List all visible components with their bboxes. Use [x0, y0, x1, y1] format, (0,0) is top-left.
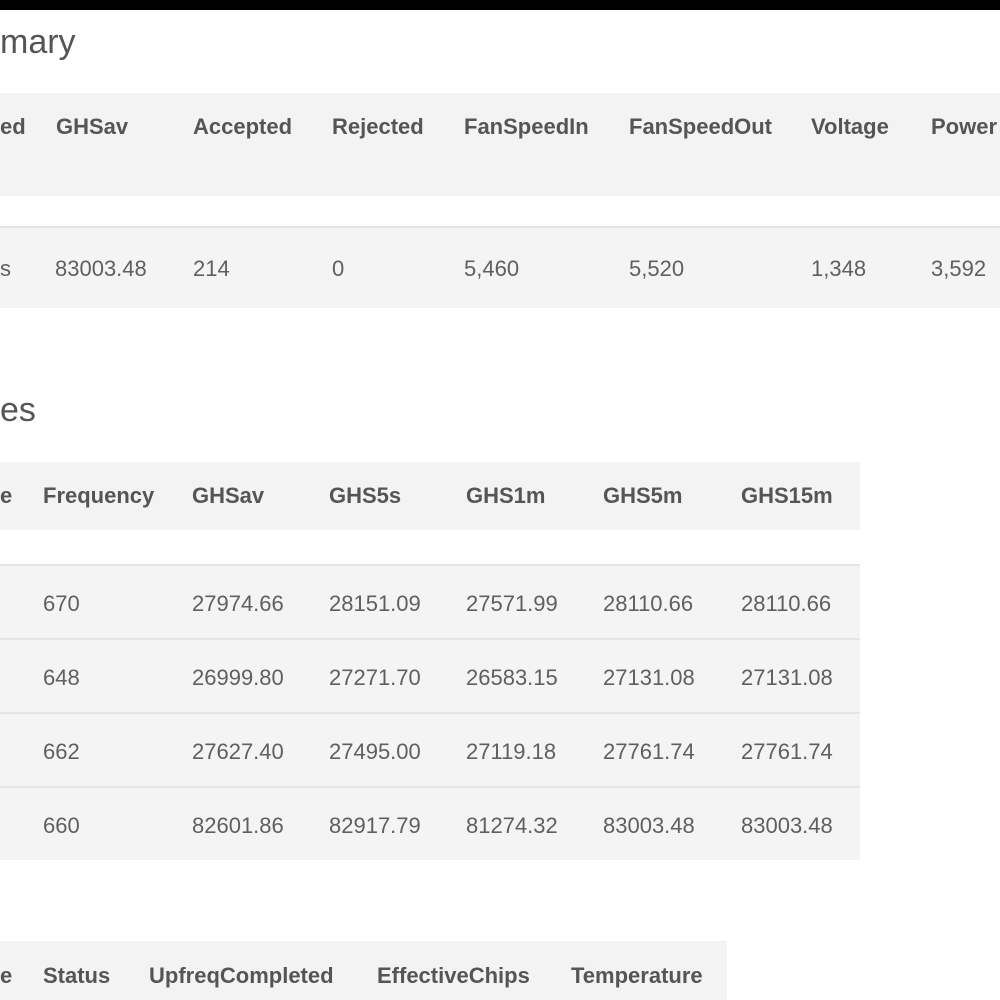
summary-col-ed: ed — [0, 114, 26, 139]
devices-cell-ghs5m: 27131.08 — [603, 665, 695, 690]
summary-cell-fanspeedin: 5,460 — [464, 256, 520, 281]
table-row: s 83003.48 214 0 5,460 5,520 1,348 3,592 — [0, 228, 1000, 308]
devices-cell-ghs1m: 27571.99 — [466, 591, 558, 616]
devices-cell-ghsav: 27974.66 — [192, 591, 284, 616]
devices-cell-ghs15m: 27131.08 — [741, 665, 833, 690]
chains-col-effectivechips: EffectiveChips — [377, 963, 530, 988]
devices-title: es — [0, 391, 36, 429]
summary-table: ed GHSav Accepted Rejected FanSpeedIn Fa… — [0, 93, 1000, 308]
devices-cell-ghs5m: 27761.74 — [603, 739, 695, 764]
summary-spacer-row — [0, 196, 1000, 226]
summary-title: mary — [0, 23, 76, 61]
summary-col-ghsav: GHSav — [56, 114, 129, 139]
summary-col-rejected: Rejected — [332, 114, 424, 139]
summary-cell-accepted: 214 — [193, 256, 230, 281]
devices-col-frequency: Frequency — [43, 483, 155, 508]
devices-cell-ghs1m: 27119.18 — [466, 739, 557, 764]
summary-col-fanspeedout: FanSpeedOut — [629, 114, 773, 139]
devices-col-ghs5m: GHS5m — [603, 483, 683, 508]
devices-cell-frequency: 662 — [43, 739, 80, 764]
summary-col-voltage: Voltage — [811, 114, 889, 139]
top-bar — [0, 0, 1000, 10]
summary-cell-ed: s — [0, 256, 11, 281]
devices-cell-ghs1m: 26583.15 — [466, 665, 558, 690]
summary-cell-ghsav: 83003.48 — [55, 256, 147, 281]
summary-cell-power: 3,592 — [931, 256, 987, 281]
summary-cell-voltage: 1,348 — [811, 256, 867, 281]
devices-cell-ghsav: 82601.86 — [192, 813, 284, 838]
devices-cell-ghsav: 26999.80 — [192, 665, 284, 690]
table-row: 648 26999.80 27271.70 26583.15 27131.08 … — [0, 640, 860, 712]
devices-cell-ghs5s: 27271.70 — [329, 665, 421, 690]
devices-spacer-row — [0, 530, 860, 564]
devices-cell-ghs15m: 27761.74 — [741, 739, 833, 764]
summary-col-accepted: Accepted — [193, 114, 293, 139]
devices-cell-ghs1m: 81274.32 — [466, 813, 558, 838]
devices-cell-frequency: 660 — [43, 813, 80, 838]
devices-cell-ghsav: 27627.40 — [192, 739, 284, 764]
chains-col-temperature: Temperature — [571, 963, 703, 988]
table-row: 670 27974.66 28151.09 27571.99 28110.66 … — [0, 566, 860, 638]
devices-cell-ghs5m: 83003.48 — [603, 813, 695, 838]
devices-cell-ghs5m: 28110.66 — [603, 591, 694, 616]
table-row: 662 27627.40 27495.00 27119.18 27761.74 … — [0, 714, 860, 786]
devices-cell-ghs5s: 82917.79 — [329, 813, 421, 838]
devices-col-ghs15m: GHS15m — [741, 483, 833, 508]
page: mary ed GHSav Accepted Rejected FanSpeed… — [0, 0, 1000, 1000]
devices-cell-ghs5s: 28151.09 — [329, 591, 421, 616]
devices-cell-ghs5s: 27495.00 — [329, 739, 421, 764]
chains-col-upfreqcompleted: UpfreqCompleted — [149, 963, 334, 988]
summary-col-power: Power — [931, 114, 998, 139]
summary-cell-fanspeedout: 5,520 — [629, 256, 685, 281]
devices-col-ghs1m: GHS1m — [466, 483, 546, 508]
devices-cell-ghs15m: 83003.48 — [741, 813, 833, 838]
chains-col-status: Status — [43, 963, 111, 988]
devices-header-row: e Frequency GHSav GHS5s GHS1m GHS5m GHS1… — [0, 462, 860, 530]
chains-col-e: e — [0, 963, 13, 988]
chains-table: e Status UpfreqCompleted EffectiveChips … — [0, 941, 727, 1000]
table-row: 660 82601.86 82917.79 81274.32 83003.48 … — [0, 788, 860, 860]
summary-cell-rejected: 0 — [332, 256, 345, 281]
summary-header-row: ed GHSav Accepted Rejected FanSpeedIn Fa… — [0, 93, 1000, 196]
chains-header-row: e Status UpfreqCompleted EffectiveChips … — [0, 941, 727, 1000]
devices-cell-frequency: 670 — [43, 591, 80, 616]
devices-col-ghsav: GHSav — [192, 483, 265, 508]
summary-col-fanspeedin: FanSpeedIn — [464, 114, 589, 139]
devices-table: e Frequency GHSav GHS5s GHS1m GHS5m GHS1… — [0, 462, 860, 860]
devices-col-e: e — [0, 483, 13, 508]
devices-cell-ghs15m: 28110.66 — [741, 591, 832, 616]
devices-cell-frequency: 648 — [43, 665, 80, 690]
devices-col-ghs5s: GHS5s — [329, 483, 402, 508]
